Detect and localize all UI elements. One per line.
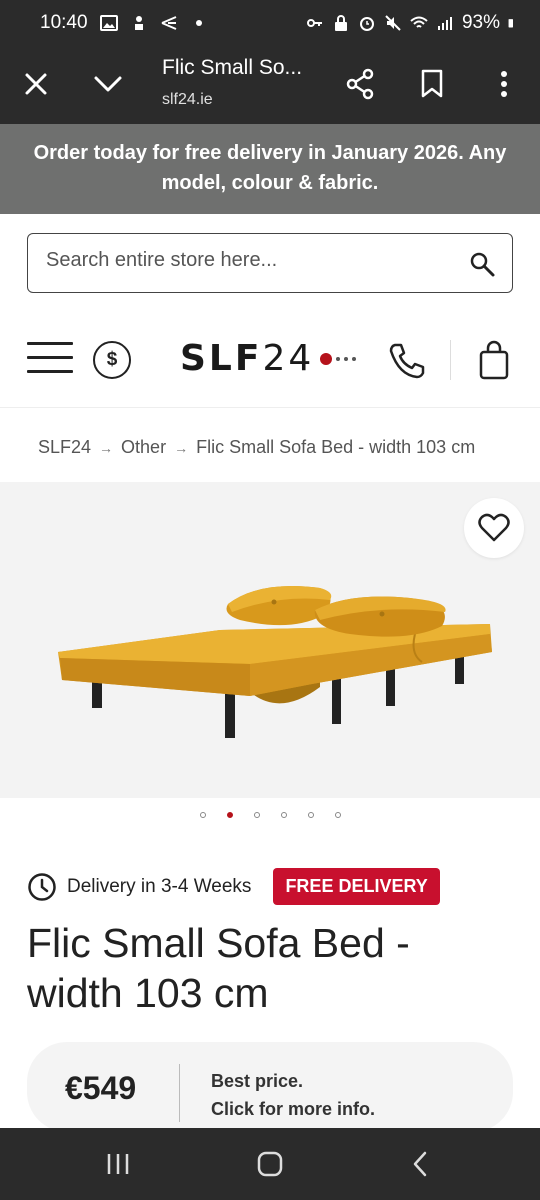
product-price: €549 [65, 1070, 137, 1106]
browser-title[interactable]: Flic Small So... [162, 56, 302, 80]
dollar-icon: $ [106, 349, 118, 370]
logo-bold: SLF [180, 338, 263, 379]
search-input[interactable] [46, 249, 446, 272]
site-header: $ SLF24 [0, 316, 540, 408]
chevron-down-icon [94, 76, 122, 92]
logo[interactable]: SLF24 [180, 338, 357, 379]
recent-apps-icon [107, 1154, 129, 1174]
sofa-bed-image [58, 586, 492, 738]
carousel-dot[interactable] [334, 812, 341, 818]
status-bar: 10:40 93% [0, 0, 540, 46]
search-icon[interactable] [468, 250, 496, 278]
shopping-bag-icon[interactable] [478, 340, 510, 380]
carousel-dot[interactable] [253, 812, 260, 818]
minimize-button[interactable] [86, 62, 130, 106]
clock-icon [28, 872, 56, 901]
app-icon [134, 16, 143, 30]
home-icon [257, 1151, 283, 1177]
logo-dot-red [320, 352, 333, 365]
breadcrumb-item[interactable]: Other [121, 437, 166, 458]
browser-url[interactable]: slf24.ie [162, 91, 213, 109]
carousel-dot[interactable] [226, 812, 233, 818]
price-divider [179, 1064, 180, 1122]
wishlist-button[interactable] [464, 498, 524, 558]
menu-line [27, 356, 73, 359]
menu-line [27, 342, 73, 345]
price-info[interactable]: Best price. Click for more info. [211, 1067, 375, 1123]
promo-banner: Order today for free delivery in January… [0, 124, 540, 214]
price-info-line1: Best price. [211, 1071, 304, 1091]
share-icon [346, 68, 374, 100]
browser-bar: Flic Small So... slf24.ie [0, 46, 540, 124]
bookmark-icon [421, 69, 443, 98]
lock-icon [334, 15, 347, 31]
wifi-icon [410, 16, 428, 28]
gallery-icon [99, 15, 118, 31]
product-gallery[interactable] [0, 482, 540, 798]
bird-icon [161, 16, 176, 30]
breadcrumb: SLF24 → Other → Flic Small Sofa Bed - wi… [38, 437, 475, 458]
carousel-dot[interactable] [199, 812, 206, 818]
system-nav-bar [0, 1128, 540, 1200]
delivery-time: Delivery in 3-4 Weeks [67, 875, 252, 897]
price-box[interactable]: €549 Best price. Click for more info. [27, 1042, 513, 1132]
logo-text: SLF24 [180, 338, 314, 379]
menu-button[interactable] [27, 342, 73, 376]
carousel-dot[interactable] [307, 812, 314, 818]
mute-icon [385, 15, 401, 31]
breadcrumb-separator: → [99, 440, 114, 456]
breadcrumb-separator: → [174, 440, 189, 456]
close-icon [25, 73, 47, 95]
home-button[interactable] [250, 1148, 290, 1180]
currency-button[interactable]: $ [93, 341, 131, 379]
carousel-dot[interactable] [280, 812, 287, 818]
bookmark-button[interactable] [410, 62, 454, 106]
breadcrumb-item[interactable]: SLF24 [38, 437, 91, 458]
more-vertical-icon [501, 71, 507, 97]
menu-line [27, 370, 73, 373]
header-divider [450, 340, 451, 380]
battery-text: 93% [461, 12, 500, 33]
breadcrumb-item-current: Flic Small Sofa Bed - width 103 cm [196, 437, 476, 457]
recent-apps-button[interactable] [98, 1148, 138, 1180]
logo-dot [344, 356, 349, 361]
signal-icon [437, 17, 452, 30]
battery-icon [508, 19, 513, 28]
status-right: 93% [306, 12, 518, 34]
price-info-line2: Click for more info. [211, 1099, 376, 1119]
heart-icon [478, 513, 510, 542]
status-left: 10:40 [40, 12, 208, 34]
logo-dot [352, 356, 357, 361]
product-title: Flic Small Sofa Bed - width 103 cm [27, 920, 410, 1016]
back-icon [413, 1151, 427, 1177]
status-time: 10:40 [40, 12, 88, 33]
more-menu-button[interactable] [482, 62, 526, 106]
logo-dots [320, 352, 357, 365]
carousel-dots [0, 812, 540, 818]
dot-icon [195, 20, 202, 26]
delivery-row: Delivery in 3-4 Weeks FREE DELIVERY [27, 868, 440, 905]
free-delivery-badge: FREE DELIVERY [273, 868, 440, 905]
share-button[interactable] [338, 62, 382, 106]
logo-dot [336, 356, 341, 361]
alarm-icon [359, 17, 374, 31]
key-icon [306, 19, 322, 27]
back-button[interactable] [400, 1148, 440, 1180]
phone-icon[interactable] [387, 341, 427, 381]
logo-light: 24 [262, 338, 315, 379]
search-box[interactable] [27, 233, 513, 293]
close-tab-button[interactable] [14, 62, 58, 106]
